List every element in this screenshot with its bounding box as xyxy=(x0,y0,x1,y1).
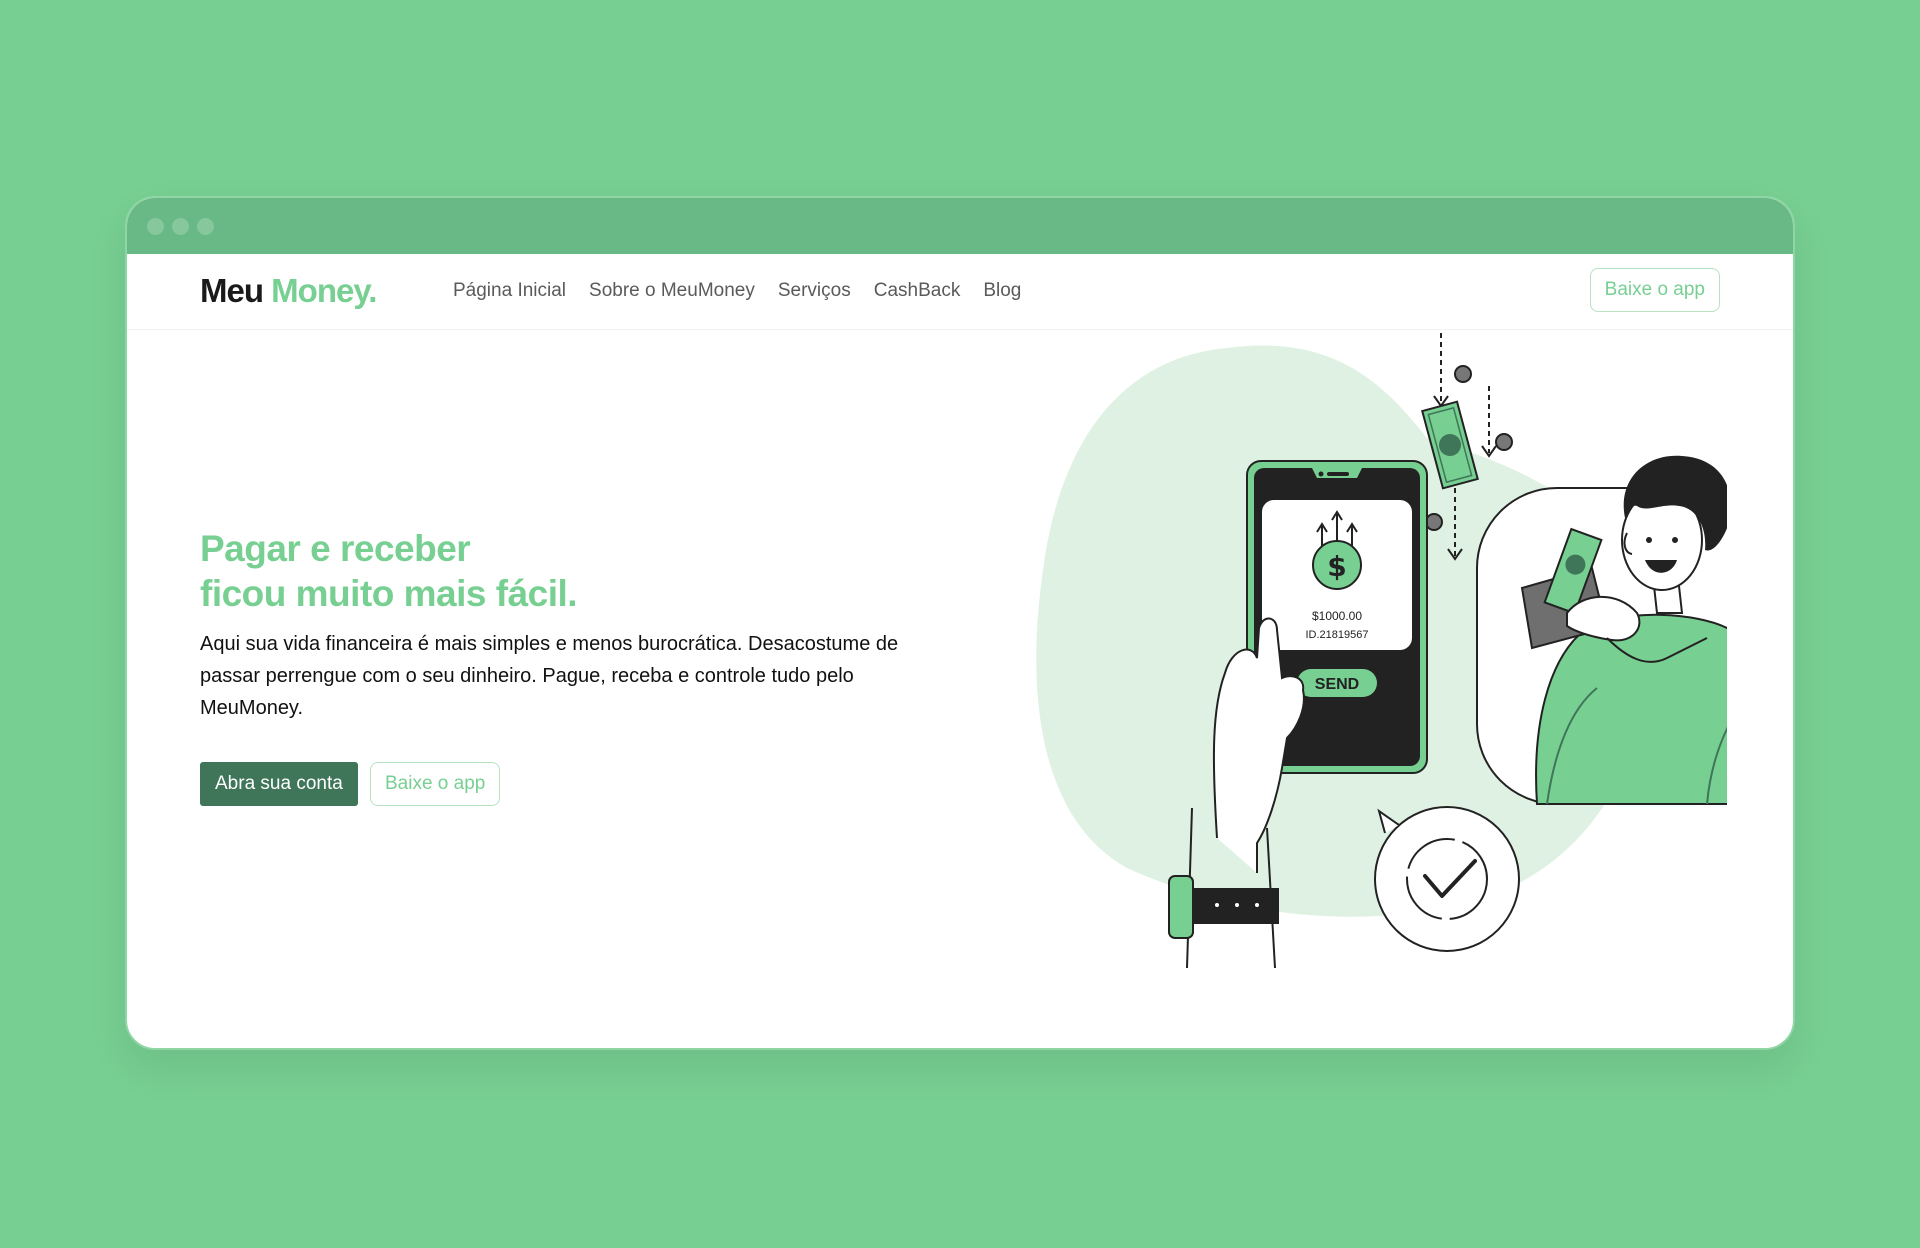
window-dot-icon[interactable] xyxy=(197,217,214,235)
window-dot-icon[interactable] xyxy=(147,217,164,235)
nav-link-cashback[interactable]: CashBack xyxy=(874,280,961,302)
download-app-button[interactable]: Baixe o app xyxy=(1589,268,1720,312)
nav-link-home[interactable]: Página Inicial xyxy=(453,280,566,302)
window-dot-icon[interactable] xyxy=(172,217,189,235)
transfer-amount: $1000.00 xyxy=(1312,609,1362,623)
nav-link-about[interactable]: Sobre o MeuMoney xyxy=(589,280,755,302)
nav-link-services[interactable]: Serviços xyxy=(778,280,851,302)
brand-logo[interactable]: Meu Money. xyxy=(200,272,377,310)
hero-title-line2: ficou muito mais fácil. xyxy=(200,573,578,614)
open-account-button[interactable]: Abra sua conta xyxy=(200,762,358,806)
dollar-symbol: $ xyxy=(1327,550,1346,583)
hero-illustration: $ $1000.00 ID.21819567 SEND xyxy=(1036,333,1727,969)
nav-link-blog[interactable]: Blog xyxy=(983,280,1021,302)
transaction-id: ID.21819567 xyxy=(1306,629,1369,641)
brand-logo-part1: Meu xyxy=(200,272,264,309)
download-app-secondary-button[interactable]: Baixe o app xyxy=(370,762,501,806)
hero-description: Aqui sua vida financeira é mais simples … xyxy=(200,633,899,719)
check-bubble xyxy=(1374,806,1520,952)
browser-window: Meu Money. Página Inicial Sobre o MeuMon… xyxy=(125,196,1795,1050)
hero-title: Pagar e receber ficou muito mais fácil. xyxy=(200,526,578,616)
nav-links: Página Inicial Sobre o MeuMoney Serviços… xyxy=(453,280,1044,302)
brand-logo-part2: Money. xyxy=(271,272,377,309)
window-titlebar xyxy=(127,198,1793,254)
send-label: SEND xyxy=(1315,676,1359,693)
navbar: Meu Money. Página Inicial Sobre o MeuMon… xyxy=(127,254,1793,330)
hero-title-line1: Pagar e receber xyxy=(200,528,471,569)
